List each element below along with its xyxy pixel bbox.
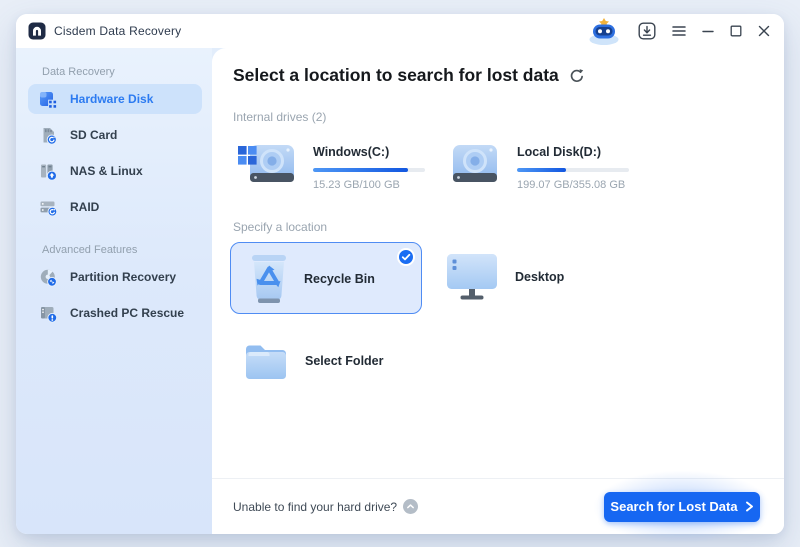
folder-icon — [246, 345, 286, 379]
sidebar-item-label: Hardware Disk — [70, 92, 154, 106]
desktop-icon — [447, 254, 497, 300]
sidebar-item-nas-linux[interactable]: NAS & Linux — [28, 156, 202, 186]
partition-recovery-icon — [40, 269, 57, 287]
sidebar-item-label: Crashed PC Rescue — [70, 306, 185, 320]
drive-capacity: 15.23 GB/100 GB — [313, 179, 400, 191]
drive-windows-c[interactable]: Windows(C:) 15.23 GB/100 GB — [236, 140, 425, 191]
minimize-icon[interactable] — [702, 25, 714, 37]
drive-usage-bar — [517, 168, 629, 172]
assistant-mascot-icon[interactable] — [586, 17, 622, 45]
hard-drive-icon — [453, 145, 497, 182]
maximize-icon[interactable] — [730, 25, 742, 37]
recycle-bin-icon — [252, 255, 286, 303]
sidebar-item-label: Partition Recovery — [70, 270, 177, 284]
search-for-lost-data-button[interactable]: Search for Lost Data — [604, 491, 760, 522]
main-panel: Select a location to search for lost dat… — [212, 48, 784, 545]
chevron-right-icon — [745, 501, 753, 512]
location-label: Recycle Bin — [304, 272, 375, 286]
drive-name: Windows(C:) — [313, 145, 390, 159]
app-window: Cisdem Data Recovery Data Recovery Hardw… — [16, 14, 784, 545]
page-title: Select a location to search for lost dat… — [233, 65, 559, 85]
sidebar-item-label: SD Card — [70, 128, 118, 142]
internal-drives-label: Internal drives (2) — [233, 110, 327, 124]
cisdem-logo-icon — [28, 22, 46, 40]
specify-location-label: Specify a location — [233, 220, 328, 234]
hard-drive-windows-icon — [238, 145, 294, 182]
section-advanced-features: Advanced Features — [42, 244, 138, 256]
drive-usage-bar — [313, 168, 425, 172]
nas-linux-icon — [41, 164, 57, 181]
hardware-disk-icon — [40, 91, 58, 109]
footer-bar: Unable to find your hard drive? Search f… — [212, 468, 784, 545]
drive-local-d[interactable]: Local Disk(D:) 199.07 GB/355.08 GB — [446, 140, 629, 191]
location-label: Desktop — [515, 270, 565, 284]
window-title: Cisdem Data Recovery — [54, 24, 182, 38]
sidebar-item-partition-recovery[interactable]: Partition Recovery — [28, 262, 202, 292]
sidebar-item-crashed-pc-rescue[interactable]: Crashed PC Rescue — [28, 298, 202, 328]
update-icon[interactable] — [638, 22, 656, 40]
refresh-icon[interactable] — [569, 68, 585, 84]
raid-icon — [40, 201, 58, 217]
sd-card-icon — [43, 127, 57, 145]
sidebar-item-sd-card[interactable]: SD Card — [28, 120, 202, 150]
titlebar: Cisdem Data Recovery — [16, 14, 784, 48]
sidebar: Data Recovery Hardware Disk SD Card NAS … — [16, 48, 212, 534]
close-icon[interactable] — [758, 25, 770, 37]
selected-check-icon — [397, 248, 415, 266]
section-data-recovery: Data Recovery — [42, 66, 115, 78]
crashed-pc-rescue-icon — [41, 306, 58, 323]
sidebar-item-hardware-disk[interactable]: Hardware Disk — [28, 84, 202, 114]
sidebar-item-label: RAID — [70, 200, 100, 214]
drive-name: Local Disk(D:) — [517, 145, 602, 159]
sidebar-item-label: NAS & Linux — [70, 164, 143, 178]
location-label: Select Folder — [305, 354, 384, 368]
titlebar-controls — [586, 17, 770, 45]
drive-capacity: 199.07 GB/355.08 GB — [517, 179, 626, 191]
chevron-up-icon[interactable] — [403, 499, 419, 514]
location-desktop[interactable]: Desktop — [445, 252, 564, 302]
menu-icon[interactable] — [672, 25, 686, 37]
help-text: Unable to find your hard drive? — [233, 499, 398, 514]
location-recycle-bin[interactable]: Recycle Bin — [230, 242, 422, 314]
sidebar-item-raid[interactable]: RAID — [28, 192, 202, 222]
location-select-folder[interactable]: Select Folder — [243, 340, 384, 382]
